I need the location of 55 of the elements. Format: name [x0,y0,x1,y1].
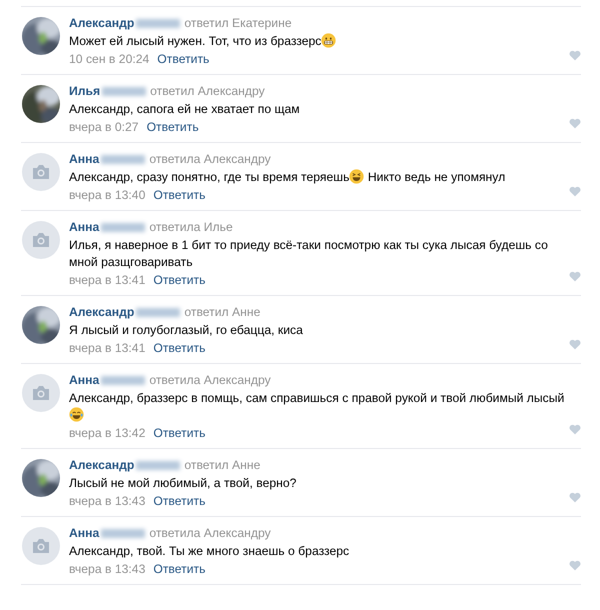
reply-link[interactable]: Ответить [157,52,210,66]
like-heart-icon[interactable] [569,186,581,197]
reply-to-text: ответил Екатерине [184,15,292,32]
like-heart-icon[interactable] [569,560,581,571]
author-link[interactable]: Анна [69,219,100,236]
grinning-emoji-icon [321,33,336,48]
author-link[interactable]: Александр [69,15,134,32]
comment-date: 10 сен в 20:24 [69,52,150,66]
like-heart-icon[interactable] [569,492,581,503]
comment-text: Александр, твой. Ты же много знаешь о браззерс [69,543,350,560]
comment-date: вчера в 13:41 [69,273,146,287]
reply-to-text: ответила Александру [149,525,271,542]
laughing-emoji-icon [349,169,364,184]
reply-link[interactable]: Ответить [153,341,206,355]
comment-date: вчера в 13:40 [69,188,146,202]
reply-link[interactable]: Ответить [153,273,206,287]
reply-to-text: ответил Анне [184,304,260,321]
author-link[interactable]: Анна [69,525,100,542]
author-link[interactable]: Анна [69,372,100,389]
like-heart-icon[interactable] [569,50,581,61]
comment-text: Александр, сапога ей не хватает по щам [69,101,301,118]
camera-avatar-icon[interactable] [21,373,61,413]
comment-text: Илья, я наверное в 1 бит то приеду всё-таки посмотрю как ты сука лысая будешь со мной разщговаривать [69,237,549,271]
author-link[interactable]: Илья [69,83,100,100]
comment-text: Может ей лысый нужен. Тот, что из браззерс [69,33,571,50]
reply-link[interactable]: Ответить [153,562,206,576]
like-heart-icon[interactable] [569,118,581,129]
comment-date: вчера в 13:41 [69,341,146,355]
tears-of-joy-emoji-icon [69,407,84,422]
reply-to-text: ответила Илье [149,219,233,236]
reply-link[interactable]: Ответить [153,426,206,440]
comment-date: вчера в 13:43 [69,494,146,508]
comment-text: Александр, сразу понятно, где ты время теряешь Никто ведь не упомянул [69,169,506,186]
camera-avatar-icon[interactable] [21,152,61,192]
reply-to-text: ответил Александру [150,83,265,100]
camera-avatar-icon[interactable] [21,220,61,260]
reply-link[interactable]: Ответить [146,120,199,134]
comment-text: Я лысый и голубоглазый, го ебацца, киса [69,322,304,339]
reply-to-text: ответила Александру [149,372,271,389]
comment-date: вчера в 0:27 [69,120,139,134]
reply-to-text: ответила Александру [149,151,271,168]
reply-to-text: ответил Анне [184,457,260,474]
like-heart-icon[interactable] [569,271,581,282]
comment-text: Александр, браззерс в помщь, сам справишься с правой рукой и твой любимый лысый [69,390,571,424]
like-heart-icon[interactable] [569,424,581,435]
author-link[interactable]: Анна [69,151,100,168]
comment-date: вчера в 13:43 [69,562,146,576]
reply-link[interactable]: Ответить [153,494,206,508]
comment-text: Лысый не мой любимый, а твой, верно? [69,475,298,492]
comment-date: вчера в 13:42 [69,426,146,440]
author-link[interactable]: Александр [69,457,134,474]
like-heart-icon[interactable] [569,339,581,350]
author-link[interactable]: Александр [69,304,134,321]
camera-avatar-icon[interactable] [21,526,61,566]
reply-link[interactable]: Ответить [153,188,206,202]
